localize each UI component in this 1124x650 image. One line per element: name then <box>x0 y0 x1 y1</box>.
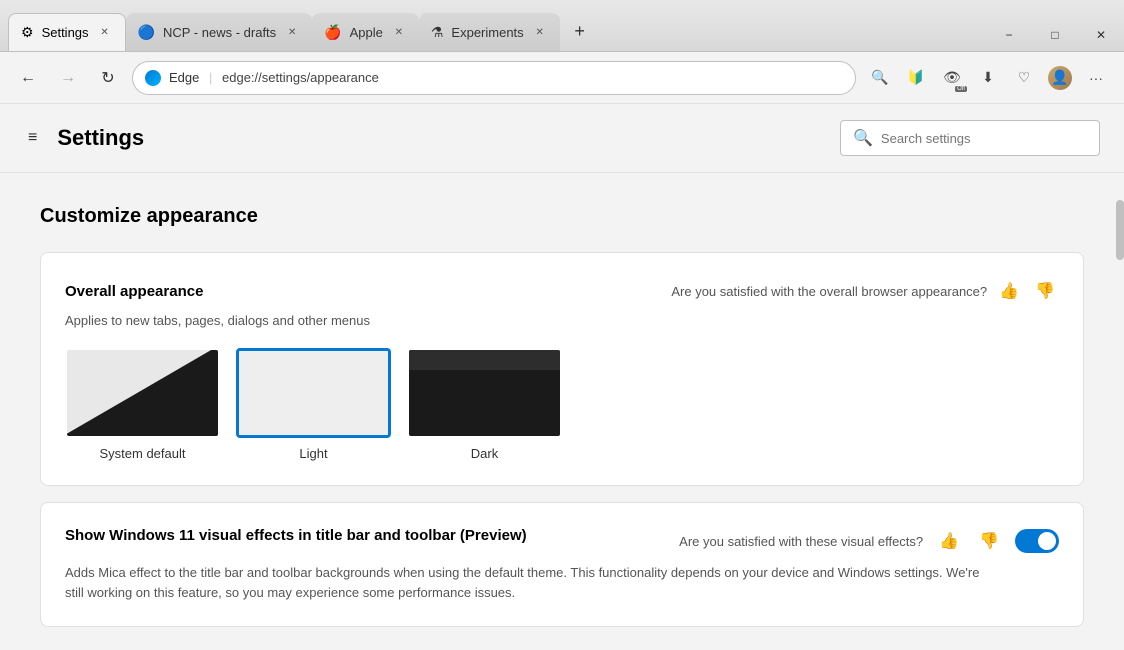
back-button[interactable]: ← <box>12 62 44 94</box>
visual-effects-card: Show Windows 11 visual effects in title … <box>40 502 1084 627</box>
overall-appearance-subtitle: Applies to new tabs, pages, dialogs and … <box>65 313 1059 328</box>
title-bar: ⚙ Settings ✕ 🔵 NCP - news - drafts ✕ 🍎 A… <box>0 0 1124 52</box>
profile-icon[interactable]: 👤 <box>1044 62 1076 94</box>
appearance-option-dark[interactable]: Dark <box>407 348 562 461</box>
settings-header: ≡ Settings 🔍 <box>0 104 1124 173</box>
card-header: Overall appearance Are you satisfied wit… <box>65 277 1059 305</box>
tracking-prevention-icon[interactable]: 👁 Off <box>936 62 968 94</box>
ncp-tab-label: NCP - news - drafts <box>163 25 276 40</box>
experiments-tab-icon: ⚗ <box>431 24 444 41</box>
system-default-label: System default <box>100 446 186 461</box>
visual-effects-title: Show Windows 11 visual effects in title … <box>65 527 659 544</box>
tab-ncp[interactable]: 🔵 NCP - news - drafts ✕ <box>126 13 313 51</box>
address-bar: ← → ↻ Edge | edge://settings/appearance … <box>0 52 1124 104</box>
separator: | <box>209 70 212 85</box>
page-heading: Customize appearance <box>40 205 1084 228</box>
new-tab-button[interactable]: + <box>564 15 596 47</box>
dark-label: Dark <box>471 446 498 461</box>
overall-appearance-card: Overall appearance Are you satisfied wit… <box>40 252 1084 486</box>
feedback-buttons: Are you satisfied with the overall brows… <box>671 277 1059 305</box>
more-options-icon[interactable]: ··· <box>1080 62 1112 94</box>
close-button[interactable]: ✕ <box>1078 19 1124 51</box>
appearance-options: System default Light Dark <box>65 348 1059 461</box>
visual-effects-toggle[interactable] <box>1015 529 1059 553</box>
visual-effects-header: Show Windows 11 visual effects in title … <box>65 527 1059 555</box>
sidebar-toggle-button[interactable]: ≡ <box>24 125 41 151</box>
appearance-option-light[interactable]: Light <box>236 348 391 461</box>
system-default-preview <box>67 350 218 436</box>
browser-name: Edge <box>169 70 199 85</box>
favorites-icon[interactable]: ♡ <box>1008 62 1040 94</box>
scrollbar-thumb[interactable] <box>1116 200 1124 260</box>
forward-button[interactable]: → <box>52 62 84 94</box>
refresh-button[interactable]: ↻ <box>92 62 124 94</box>
thumbup-button[interactable]: 👍 <box>995 277 1023 305</box>
apple-tab-close[interactable]: ✕ <box>391 24 407 40</box>
apple-tab-label: Apple <box>350 25 383 40</box>
tab-settings[interactable]: ⚙ Settings ✕ <box>8 13 126 51</box>
ncp-tab-icon: 🔵 <box>138 24 155 41</box>
page-content: Customize appearance Overall appearance … <box>0 173 1124 650</box>
window-controls: − □ ✕ <box>986 15 1124 51</box>
thumbdown-button[interactable]: 👎 <box>1031 277 1059 305</box>
minimize-button[interactable]: − <box>986 19 1032 51</box>
light-label: Light <box>299 446 327 461</box>
address-input[interactable]: Edge | edge://settings/appearance <box>132 61 856 95</box>
tab-apple[interactable]: 🍎 Apple ✕ <box>312 13 419 51</box>
visual-effects-title-area: Show Windows 11 visual effects in title … <box>65 527 659 550</box>
dark-thumbnail[interactable] <box>407 348 562 438</box>
settings-area: ≡ Settings 🔍 Customize appearance Overal… <box>0 104 1124 650</box>
toolbar-icons: 🔍 🔰 👁 Off ⬇ ♡ 👤 ··· <box>864 62 1112 94</box>
maximize-button[interactable]: □ <box>1032 19 1078 51</box>
scrollbar[interactable] <box>1116 200 1124 550</box>
overall-appearance-title: Overall appearance <box>65 283 203 300</box>
appearance-option-system[interactable]: System default <box>65 348 220 461</box>
edge-logo-icon <box>145 70 161 86</box>
visual-effects-right: Are you satisfied with these visual effe… <box>679 527 1059 555</box>
visual-effects-thumbdown[interactable]: 👎 <box>975 527 1003 555</box>
settings-tab-label: Settings <box>42 25 89 40</box>
light-preview <box>239 351 388 435</box>
feedback-question: Are you satisfied with the overall brows… <box>671 284 987 299</box>
system-default-thumbnail[interactable] <box>65 348 220 438</box>
ncp-tab-close[interactable]: ✕ <box>284 24 300 40</box>
security-icon[interactable]: 🔰 <box>900 62 932 94</box>
settings-tab-icon: ⚙ <box>21 24 34 41</box>
settings-page-title: Settings <box>57 125 824 151</box>
main-layout: ≡ Settings 🔍 Customize appearance Overal… <box>0 104 1124 650</box>
address-url: edge://settings/appearance <box>222 70 379 85</box>
visual-effects-body: Adds Mica effect to the title bar and to… <box>65 563 985 602</box>
visual-effects-feedback-question: Are you satisfied with these visual effe… <box>679 534 923 549</box>
search-settings-wrap[interactable]: 🔍 <box>840 120 1100 156</box>
search-settings-input[interactable] <box>881 131 1087 146</box>
settings-tab-close[interactable]: ✕ <box>97 25 113 41</box>
download-icon[interactable]: ⬇ <box>972 62 1004 94</box>
search-settings-icon: 🔍 <box>853 128 873 148</box>
dark-preview <box>409 350 560 436</box>
experiments-tab-close[interactable]: ✕ <box>532 24 548 40</box>
apple-tab-icon: 🍎 <box>324 24 341 41</box>
zoom-icon[interactable]: 🔍 <box>864 62 896 94</box>
visual-effects-thumbup[interactable]: 👍 <box>935 527 963 555</box>
tracking-off-badge: Off <box>955 86 967 92</box>
experiments-tab-label: Experiments <box>451 25 523 40</box>
tab-experiments[interactable]: ⚗ Experiments ✕ <box>419 13 560 51</box>
light-thumbnail[interactable] <box>236 348 391 438</box>
